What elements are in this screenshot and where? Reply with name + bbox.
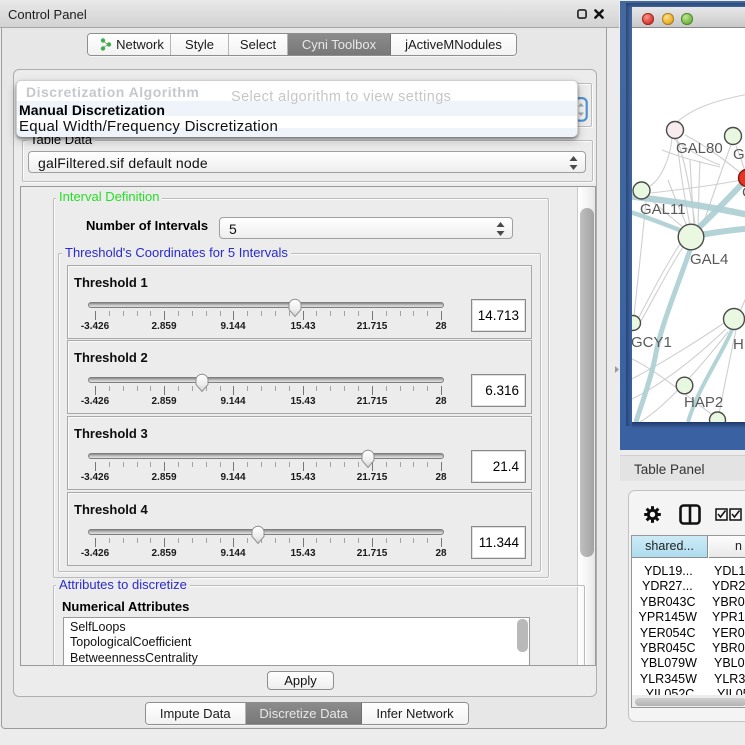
svg-text:HAP2: HAP2 xyxy=(684,394,723,411)
svg-text:GAL11: GAL11 xyxy=(640,201,686,218)
svg-text:GAL4: GAL4 xyxy=(690,251,728,268)
svg-text:GCY1: GCY1 xyxy=(632,334,672,351)
svg-text:HI: HI xyxy=(733,336,745,353)
svg-text:GA: GA xyxy=(733,146,745,163)
svg-text:GAL80: GAL80 xyxy=(676,140,723,157)
